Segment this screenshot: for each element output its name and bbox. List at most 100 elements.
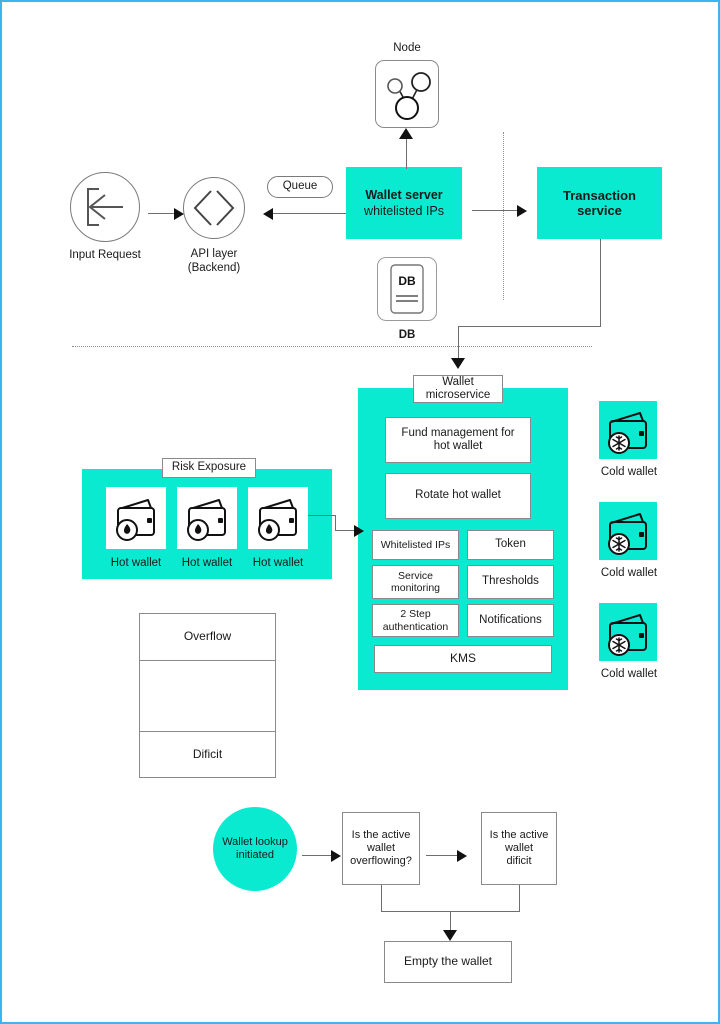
decision1-line1: Is the active xyxy=(351,829,411,842)
thresholds-label: Thresholds xyxy=(482,575,539,588)
two-step-auth-line1: 2 Step xyxy=(400,608,431,621)
api-layer-label-line2: (Backend) xyxy=(187,262,241,274)
arrowhead-to-microservice xyxy=(451,358,465,369)
transaction-service-box[interactable]: Transaction service xyxy=(537,167,662,239)
connector-input-to-api xyxy=(148,213,176,214)
cold-wallet-tile-1[interactable] xyxy=(599,401,657,459)
threshold-row-dificit: Dificit xyxy=(139,731,276,778)
connector-hotwallet-step xyxy=(335,515,336,531)
cold-wallet-icon xyxy=(608,513,647,555)
connector-walletserver-to-api xyxy=(273,213,347,214)
fund-management-line2: hot wallet xyxy=(433,440,483,452)
wallet-server-subtitle: whitelisted IPs xyxy=(364,204,444,218)
node-label: Node xyxy=(393,42,421,54)
input-request-label: Input Request xyxy=(69,249,141,261)
cold-wallet-label-2: Cold wallet xyxy=(600,567,658,579)
fund-management-line1: Fund management for xyxy=(401,426,515,439)
whitelisted-ips-label: Whitelisted IPs xyxy=(380,538,451,551)
rotate-hot-wallet-label: Rotate hot wallet xyxy=(415,489,501,502)
hot-wallet-tile-3[interactable] xyxy=(248,487,308,549)
hot-wallet-tile-2[interactable] xyxy=(177,487,237,549)
microservice-box-whitelisted-ips[interactable]: Whitelisted IPs xyxy=(372,530,459,560)
wallet-lookup-initiated-node[interactable]: Wallet lookup initiated xyxy=(213,807,297,891)
cold-wallet-icon xyxy=(608,412,647,454)
risk-exposure-label: Risk Exposure xyxy=(162,458,256,478)
microservice-box-rotate-hot-wallet[interactable]: Rotate hot wallet xyxy=(385,473,531,519)
microservice-box-2-step-authentication[interactable]: 2 Step authentication xyxy=(372,604,459,637)
dificit-label: Dificit xyxy=(192,746,223,761)
arrowhead-start-to-decision1 xyxy=(331,849,341,862)
microservice-box-fund-management[interactable]: Fund management for hot wallet xyxy=(385,417,531,463)
api-layer-node[interactable] xyxy=(183,177,245,239)
arrowhead-to-transaction xyxy=(517,204,527,217)
arrowhead-hotwallet-to-microservice xyxy=(354,524,364,537)
connector-start-to-decision1 xyxy=(302,855,334,856)
kms-label: KMS xyxy=(449,651,476,666)
wallet-microservice-label: Wallet microservice xyxy=(413,375,503,403)
threshold-row-overflow: Overflow xyxy=(139,613,276,661)
arrowhead-queue-to-api xyxy=(263,207,273,220)
decision1-line3: overflowing? xyxy=(350,854,412,867)
decision2-line2: wallet xyxy=(504,842,534,855)
cold-wallet-icon xyxy=(608,614,647,656)
cold-wallet-label-1: Cold wallet xyxy=(600,466,658,478)
connector-decision1-down xyxy=(381,885,382,911)
empty-the-wallet-box[interactable]: Empty the wallet xyxy=(384,941,512,983)
node-icon-frame[interactable] xyxy=(375,60,439,128)
empty-wallet-label: Empty the wallet xyxy=(403,954,493,969)
transaction-service-title: Transaction xyxy=(563,188,636,203)
microservice-box-kms[interactable]: KMS xyxy=(374,645,552,673)
two-step-auth-line2: authentication xyxy=(382,620,449,633)
wallet-server-box[interactable]: Wallet server whitelisted IPs xyxy=(346,167,462,239)
transaction-service-subtitle: service xyxy=(577,203,622,218)
threshold-row-middle xyxy=(139,660,276,732)
wallet-microservice-label-line2: microservice xyxy=(425,389,491,401)
db-label: DB xyxy=(398,329,416,341)
database-icon: DB xyxy=(390,264,424,314)
service-monitoring-line2: monitoring xyxy=(390,582,441,594)
connector-transaction-down xyxy=(600,239,601,326)
diagram-canvas: Input Request API layer (Backend) Queue … xyxy=(0,0,720,1024)
hot-wallet-label-2: Hot wallet xyxy=(181,557,233,569)
hot-wallet-icon xyxy=(187,499,226,541)
cold-wallet-label-3: Cold wallet xyxy=(600,668,658,680)
code-brackets-icon xyxy=(193,190,235,226)
hot-wallet-label-1: Hot wallet xyxy=(110,557,162,569)
wallet-server-title: Wallet server xyxy=(365,188,443,202)
connector-decision1-to-decision2 xyxy=(426,855,459,856)
microservice-box-notifications[interactable]: Notifications xyxy=(467,604,554,637)
arrowhead-to-node xyxy=(399,128,413,139)
queue-label[interactable]: Queue xyxy=(267,176,333,198)
db-icon-frame[interactable]: DB xyxy=(377,257,437,321)
token-label: Token xyxy=(495,538,526,551)
api-layer-label-line1: API layer xyxy=(190,248,238,260)
decision-box-overflowing[interactable]: Is the active wallet overflowing? xyxy=(342,812,420,885)
connector-transaction-left xyxy=(458,326,601,327)
decision-box-dificit[interactable]: Is the active wallet dificit xyxy=(481,812,557,885)
hot-wallet-icon xyxy=(116,499,155,541)
overflow-label: Overflow xyxy=(183,629,232,644)
notifications-label: Notifications xyxy=(479,613,542,626)
arrowhead-decision1-to-decision2 xyxy=(457,849,467,862)
input-request-node[interactable] xyxy=(70,172,140,242)
cold-wallet-tile-3[interactable] xyxy=(599,603,657,661)
microservice-box-thresholds[interactable]: Thresholds xyxy=(467,565,554,599)
login-arrow-icon xyxy=(87,188,123,226)
decision1-line2: wallet xyxy=(366,842,396,855)
arrowhead-to-empty-wallet xyxy=(443,930,457,941)
connector-walletserver-to-transaction xyxy=(472,210,520,211)
vertical-divider xyxy=(503,132,504,300)
hot-wallet-label-3: Hot wallet xyxy=(252,557,304,569)
decision2-line3: dificit xyxy=(506,854,532,867)
hot-wallet-icon xyxy=(258,499,297,541)
microservice-box-service-monitoring[interactable]: Service monitoring xyxy=(372,565,459,599)
microservice-box-token[interactable]: Token xyxy=(467,530,554,560)
connector-hotwallet-right xyxy=(308,515,336,516)
hot-wallet-tile-1[interactable] xyxy=(106,487,166,549)
wallet-lookup-line2: initiated xyxy=(236,849,274,861)
wallet-lookup-line1: Wallet lookup xyxy=(222,836,288,849)
cold-wallet-tile-2[interactable] xyxy=(599,502,657,560)
connector-decision2-down xyxy=(519,885,520,911)
decision2-line1: Is the active xyxy=(489,829,549,842)
connector-walletserver-to-node xyxy=(406,137,407,169)
